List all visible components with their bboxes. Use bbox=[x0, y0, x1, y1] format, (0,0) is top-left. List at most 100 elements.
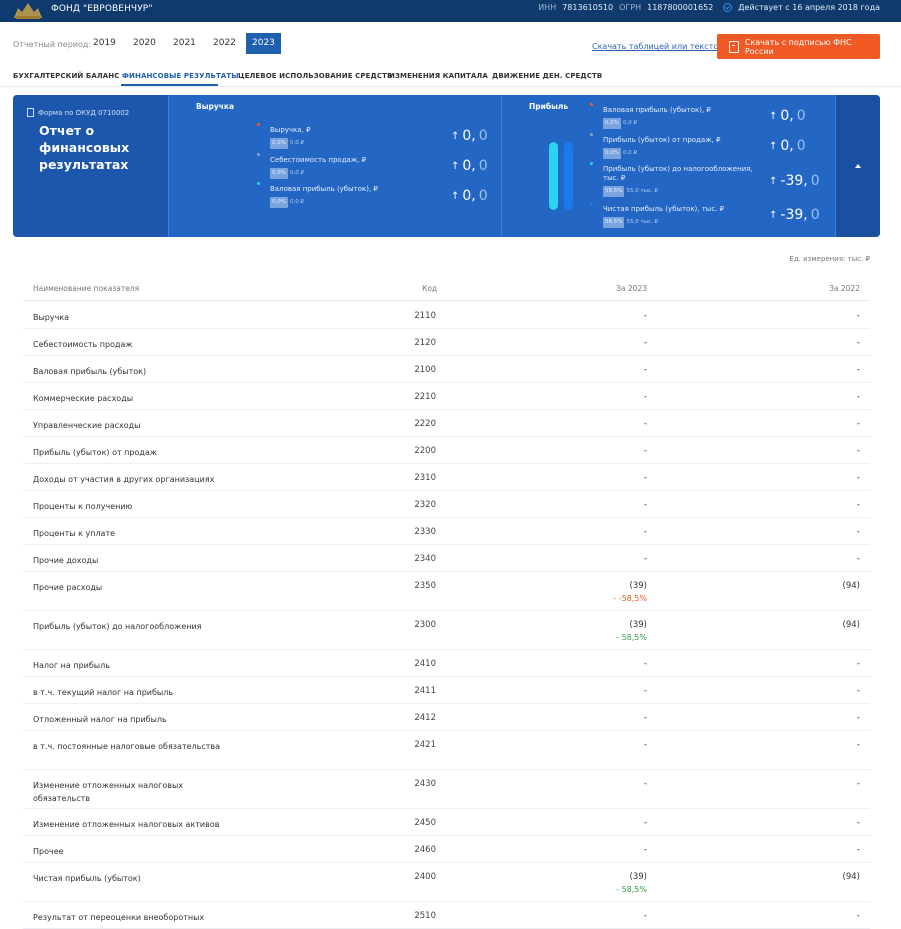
row-code: 2430 bbox=[414, 779, 436, 789]
row-current-value: - bbox=[643, 419, 647, 429]
row-indicator-name: Прибыль (убыток) до налогообложения bbox=[33, 622, 202, 631]
row-previous-value: - bbox=[856, 911, 860, 921]
profit-sales-label: Прибыль (убыток) от продаж, ₽ bbox=[603, 136, 721, 144]
row-code: 2210 bbox=[414, 392, 436, 402]
table-header: Наименование показателя Код За 2023 За 2… bbox=[23, 284, 870, 301]
profit-gross-label: Валовая прибыль (убыток), ₽ bbox=[603, 106, 711, 114]
revenue-change-sub: 0,0 ₽ bbox=[289, 140, 304, 146]
row-previous-value: - bbox=[856, 554, 860, 564]
row-previous-value: - bbox=[856, 527, 860, 537]
period-label: Отчетный период: bbox=[13, 40, 92, 49]
row-code: 2300 bbox=[414, 620, 436, 630]
row-code: 2400 bbox=[414, 872, 436, 882]
row-indicator-name: Управленческие расходы bbox=[33, 421, 141, 430]
profit-gross-value-frac: 0 bbox=[796, 108, 806, 124]
profit-gross-value-int: 0, bbox=[780, 108, 794, 124]
row-previous-value: - bbox=[856, 713, 860, 723]
row-previous-value: - bbox=[856, 473, 860, 483]
row-current-value: - bbox=[643, 392, 647, 402]
revenue-metric-label: Выручка, ₽ bbox=[270, 126, 311, 134]
profit-gross-metric: Валовая прибыль (убыток), ₽ 0,0% 0,0 ₽ bbox=[590, 103, 711, 129]
ogrn-label: ОГРН bbox=[619, 3, 642, 12]
profit-sales-pill: 0,0% bbox=[603, 148, 621, 159]
row-indicator-name: в т.ч. постоянные налоговые обязательств… bbox=[33, 742, 221, 751]
header-name: Наименование показателя bbox=[33, 284, 140, 293]
report-summary-banner: Форма по ОКУД 0710002 Отчет о финансовых… bbox=[13, 95, 880, 237]
ogrn-value: 1187800001652 bbox=[647, 3, 714, 12]
row-change: - -58,5% bbox=[613, 594, 647, 603]
row-current-value: - bbox=[643, 554, 647, 564]
revenue-change-pill: 0,0% bbox=[270, 138, 288, 149]
row-previous-value: - bbox=[856, 419, 860, 429]
revenue-value-frac: 0 bbox=[478, 128, 488, 144]
year-2021-button[interactable]: 2021 bbox=[167, 33, 202, 54]
tab-cash-flow[interactable]: ДВИЖЕНИЕ ДЕН. СРЕДСТВ bbox=[492, 72, 602, 80]
row-indicator-name: Себестоимость продаж bbox=[33, 340, 133, 349]
row-indicator-name: в т.ч. текущий налог на прибыль bbox=[33, 688, 174, 697]
cost-metric-label: Себестоимость продаж, ₽ bbox=[270, 156, 367, 164]
table-row: Коммерческие расходы 2210 - - bbox=[23, 383, 870, 410]
table-row: Проценты к получению 2320 - - bbox=[23, 491, 870, 518]
table-row: Валовая прибыль (убыток) 2100 - - bbox=[23, 356, 870, 383]
header-current-year: За 2023 bbox=[616, 284, 647, 293]
collapse-banner-button[interactable] bbox=[835, 95, 880, 237]
year-2019-button[interactable]: 2019 bbox=[87, 33, 122, 54]
row-code: 2450 bbox=[414, 818, 436, 828]
net-profit-label: Чистая прибыль (убыток), тыс. ₽ bbox=[603, 205, 725, 213]
gross-metric-label: Валовая прибыль (убыток), ₽ bbox=[270, 185, 378, 193]
download-table-link[interactable]: Скачать таблицей или текстом bbox=[592, 42, 724, 51]
row-current-value: (39) bbox=[629, 581, 647, 591]
cost-of-sales-metric: Себестоимость продаж, ₽ 0,0% 0,0 ₽ bbox=[257, 153, 367, 179]
row-indicator-name: Изменение отложенных налоговых обязатель… bbox=[33, 781, 183, 803]
tab-financial-results[interactable]: ФИНАНСОВЫЕ РЕЗУЛЬТАТЫ bbox=[122, 72, 239, 80]
net-profit-dot bbox=[590, 202, 593, 205]
header-code: Код bbox=[422, 284, 438, 293]
row-current-value: - bbox=[643, 911, 647, 921]
gross-value-int: 0, bbox=[462, 188, 476, 204]
arrow-up-icon: ↑ bbox=[451, 190, 460, 202]
document-download-icon bbox=[729, 40, 739, 53]
net-profit-value: ↑ -39, 0 bbox=[769, 207, 820, 223]
row-current-value: - bbox=[643, 686, 647, 696]
tab-balance-sheet[interactable]: БУХГАЛТЕРСКИЙ БАЛАНС bbox=[13, 72, 120, 80]
revenue-dot bbox=[257, 123, 260, 126]
row-current-value: - bbox=[643, 527, 647, 537]
gross-value-frac: 0 bbox=[478, 188, 488, 204]
row-previous-value: - bbox=[856, 446, 860, 456]
cost-value: ↑ 0, 0 bbox=[451, 158, 488, 174]
download-signed-button[interactable]: Скачать с подписью ФНС России bbox=[717, 34, 880, 59]
row-current-value: - bbox=[643, 500, 647, 510]
profit-before-tax-pill: 58,5% bbox=[603, 186, 625, 197]
profit-sales-metric: Прибыль (убыток) от продаж, ₽ 0,0% 0,0 ₽ bbox=[590, 133, 721, 159]
row-previous-value: - bbox=[856, 365, 860, 375]
row-previous-value: (94) bbox=[842, 620, 860, 630]
arrow-up-icon: ↑ bbox=[769, 140, 778, 152]
tabs-divider bbox=[0, 86, 901, 87]
row-current-value: - bbox=[643, 659, 647, 669]
form-document-icon bbox=[27, 108, 34, 117]
gross-change-pill: 0,0% bbox=[270, 197, 288, 208]
table-row: Прочее 2460 - - bbox=[23, 836, 870, 863]
year-2020-button[interactable]: 2020 bbox=[127, 33, 162, 54]
row-previous-value: - bbox=[856, 686, 860, 696]
net-profit-pill: 58,5% bbox=[603, 217, 625, 228]
units-label: Ед. измерения: тыс. ₽ bbox=[789, 255, 870, 263]
tab-capital-changes[interactable]: ИЗМЕНЕНИЯ КАПИТАЛА bbox=[389, 72, 488, 80]
profit-before-tax-sub: 55,0 тыс. ₽ bbox=[626, 188, 659, 194]
year-2023-button[interactable]: 2023 bbox=[246, 33, 281, 54]
row-code: 2330 bbox=[414, 527, 436, 537]
table-row: в т.ч. текущий налог на прибыль 2411 - - bbox=[23, 677, 870, 704]
row-code: 2110 bbox=[414, 311, 436, 321]
row-current-value: - bbox=[643, 740, 647, 750]
tab-funds-usage[interactable]: ЦЕЛЕВОЕ ИСПОЛЬЗОВАНИЕ СРЕДСТВ bbox=[238, 72, 392, 80]
row-indicator-name: Прочие доходы bbox=[33, 556, 99, 565]
net-profit-metric: Чистая прибыль (убыток), тыс. ₽ 58,5% 55,… bbox=[590, 202, 725, 228]
row-indicator-name: Изменение отложенных налоговых активов bbox=[33, 820, 220, 829]
gross-value: ↑ 0, 0 bbox=[451, 188, 488, 204]
row-previous-value: - bbox=[856, 740, 860, 750]
profit-before-tax-dot bbox=[590, 162, 593, 165]
organization-name: ФОНД "ЕВРОВЕНЧУР" bbox=[51, 4, 153, 14]
year-2022-button[interactable]: 2022 bbox=[207, 33, 242, 54]
arrow-up-icon: ↑ bbox=[451, 130, 460, 142]
row-change: - 58,5% bbox=[616, 633, 647, 642]
